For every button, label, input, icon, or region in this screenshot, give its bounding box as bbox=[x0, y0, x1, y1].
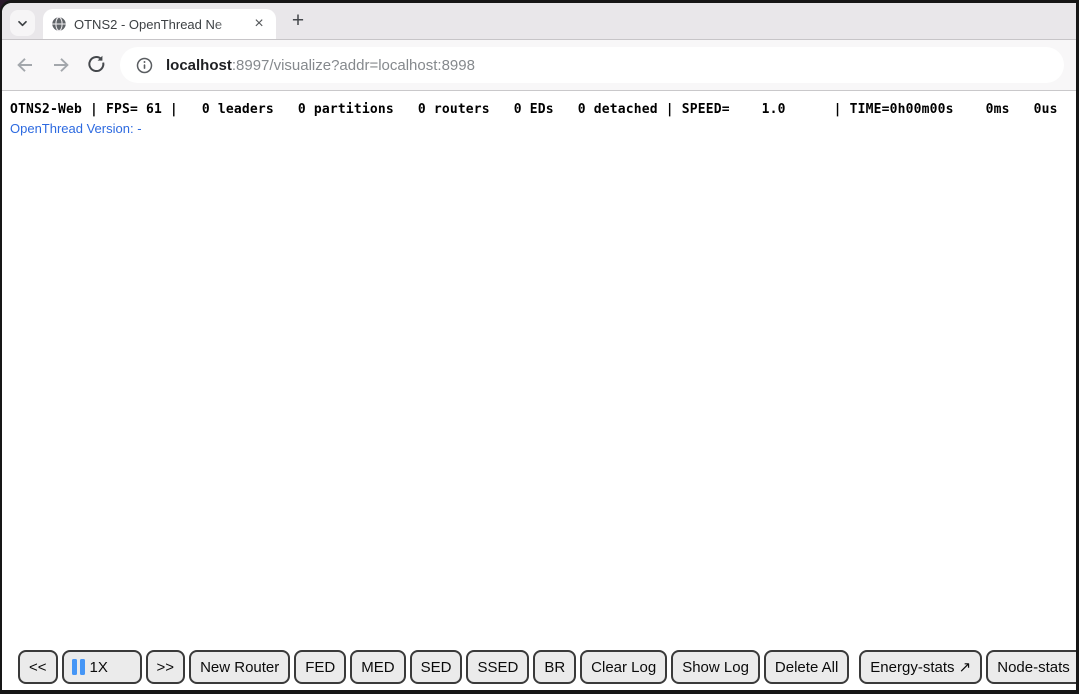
page-content: OTNS2-Web | FPS= 61 | 0 leaders 0 partit… bbox=[2, 91, 1076, 690]
chevron-down-icon bbox=[16, 17, 29, 30]
step-back-button[interactable]: << bbox=[18, 650, 58, 684]
tab-close-button[interactable]: × bbox=[250, 15, 268, 33]
reload-icon bbox=[86, 54, 108, 76]
info-icon bbox=[136, 57, 153, 74]
tab-title-wrap: OTNS2 - OpenThread Ne bbox=[74, 9, 244, 39]
back-arrow-icon bbox=[14, 54, 36, 76]
node-stats-button[interactable]: Node-stats ↗ bbox=[986, 650, 1076, 684]
browser-window: OTNS2 - OpenThread Ne × + bbox=[0, 0, 1079, 694]
speed-label: 1X bbox=[90, 659, 108, 676]
reload-button[interactable] bbox=[80, 48, 114, 82]
clear-log-button[interactable]: Clear Log bbox=[580, 650, 667, 684]
url-host: localhost bbox=[166, 57, 232, 74]
ssed-button[interactable]: SSED bbox=[466, 650, 529, 684]
url-path: :8997/visualize?addr=localhost:8998 bbox=[232, 57, 475, 74]
show-log-button[interactable]: Show Log bbox=[671, 650, 760, 684]
med-button[interactable]: MED bbox=[350, 650, 405, 684]
visualization-canvas[interactable] bbox=[2, 91, 1076, 690]
play-pause-speed-button[interactable]: 1X bbox=[62, 650, 142, 684]
back-button[interactable] bbox=[8, 48, 42, 82]
tab-search-chevron-button[interactable] bbox=[10, 10, 35, 36]
simulation-status-bar: OTNS2-Web | FPS= 61 | 0 leaders 0 partit… bbox=[10, 102, 1076, 118]
browser-tab[interactable]: OTNS2 - OpenThread Ne × bbox=[43, 9, 276, 39]
pause-icon bbox=[72, 659, 85, 675]
tab-title: OTNS2 - OpenThread Ne bbox=[74, 17, 222, 32]
action-bar: << 1X >> New Router FED MED SED SSED BR … bbox=[18, 650, 1076, 684]
openthread-version-link[interactable]: OpenThread Version: - bbox=[10, 121, 142, 136]
energy-stats-button[interactable]: Energy-stats ↗ bbox=[859, 650, 982, 684]
new-tab-button[interactable]: + bbox=[284, 7, 312, 35]
url-text: localhost:8997/visualize?addr=localhost:… bbox=[166, 57, 475, 74]
delete-all-button[interactable]: Delete All bbox=[764, 650, 849, 684]
globe-favicon-icon bbox=[51, 16, 67, 32]
forward-button[interactable] bbox=[44, 48, 78, 82]
fed-button[interactable]: FED bbox=[294, 650, 346, 684]
new-router-button[interactable]: New Router bbox=[189, 650, 290, 684]
site-info-button[interactable] bbox=[131, 52, 157, 78]
navigation-toolbar: localhost:8997/visualize?addr=localhost:… bbox=[2, 40, 1076, 91]
forward-arrow-icon bbox=[50, 54, 72, 76]
tab-strip: OTNS2 - OpenThread Ne × + bbox=[2, 3, 1076, 40]
address-bar[interactable]: localhost:8997/visualize?addr=localhost:… bbox=[120, 47, 1064, 83]
sed-button[interactable]: SED bbox=[410, 650, 463, 684]
step-forward-button[interactable]: >> bbox=[146, 650, 186, 684]
br-button[interactable]: BR bbox=[533, 650, 576, 684]
